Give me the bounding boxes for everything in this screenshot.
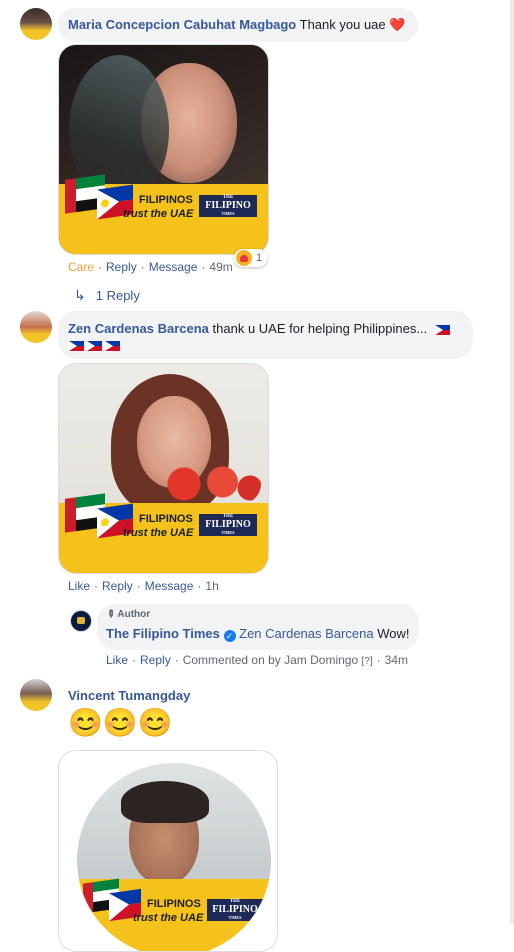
flag-emojis [69, 339, 120, 354]
ph-flag-icon [105, 341, 120, 351]
crown-logo-icon [77, 617, 85, 624]
verified-badge-icon: ✓ [223, 630, 236, 642]
filipino-times-logo: THE FILIPINO TIMES [207, 899, 263, 921]
frame-line2: trust the UAE [123, 527, 194, 539]
view-replies-link[interactable]: ↳ 1 Reply [74, 287, 140, 304]
reply-author[interactable]: The Filipino Times [106, 626, 220, 641]
reply-text: Wow! [377, 626, 410, 641]
pen-icon: ✎ [103, 607, 118, 622]
comment-author[interactable]: Vincent Tumangday [68, 688, 190, 703]
care-button[interactable]: Care [68, 260, 94, 274]
care-reaction-icon [236, 250, 252, 266]
reply-actions: Like · Reply · Commented on by Jam Domingo [… [106, 653, 408, 667]
timestamp[interactable]: 49m [209, 260, 232, 274]
timestamp[interactable]: 1h [205, 579, 218, 593]
heart-emoji-icon: ❤️ [389, 17, 406, 32]
ph-flag-icon [87, 341, 102, 351]
comment-author[interactable]: Zen Cardenas Barcena [68, 321, 209, 336]
reaction-count-pill[interactable]: 1 [234, 249, 268, 267]
author-badge: ✎Author [103, 607, 151, 622]
frame-line1: FILIPINOS [147, 898, 201, 910]
ph-flag-icon [69, 341, 84, 351]
filipino-times-logo: THE FILIPINO TIMES [199, 514, 257, 536]
comment-line: Maria Concepcion Cabuhat Magbago Thank y… [68, 17, 405, 33]
filipino-times-logo: THE FILIPINO TIMES [199, 195, 257, 217]
scroll-edge [510, 0, 514, 924]
avatar[interactable] [20, 8, 52, 40]
portrait-hair [121, 781, 209, 823]
ph-flag-icon [434, 324, 450, 335]
reply-button[interactable]: Reply [106, 260, 137, 274]
profile-frame-card[interactable]: FILIPINOS trust the UAE THE FILIPINO TIM… [58, 750, 278, 952]
reply-line: The Filipino Times ✓ Zen Cardenas Barcen… [106, 626, 409, 642]
comment-text: thank u UAE for helping Philippines... [212, 321, 428, 336]
profile-frame-image[interactable]: FILIPINOS trust the UAE THE FILIPINO TIM… [58, 363, 269, 574]
comment-actions: Care · Reply · Message · 49m [68, 260, 233, 274]
frame-line2: trust the UAE [123, 208, 194, 220]
reply-arrow-icon: ↳ [74, 287, 86, 303]
reaction-count: 1 [256, 252, 263, 264]
profile-frame-image[interactable]: FILIPINOS trust the UAE THE FILIPINO TIM… [58, 44, 269, 255]
timestamp[interactable]: 34m [385, 653, 408, 667]
message-button[interactable]: Message [145, 579, 194, 593]
reply-button[interactable]: Reply [140, 653, 171, 667]
avatar[interactable] [20, 679, 52, 711]
mention-link[interactable]: Zen Cardenas Barcena [239, 626, 373, 641]
frame-line2: trust the UAE [133, 912, 204, 924]
help-link[interactable]: [?] [361, 656, 372, 667]
like-button[interactable]: Like [106, 653, 128, 667]
comment-author[interactable]: Maria Concepcion Cabuhat Magbago [68, 17, 296, 32]
frame-line1: FILIPINOS [139, 194, 193, 206]
page-avatar[interactable] [70, 610, 92, 632]
commenter-link[interactable]: Jam Domingo [284, 653, 358, 667]
frame-line1: FILIPINOS [139, 513, 193, 525]
commented-on-by-label: Commented on by [182, 653, 281, 667]
like-button[interactable]: Like [68, 579, 90, 593]
flowers [151, 464, 261, 504]
comment-text: Thank you uae [299, 17, 386, 32]
message-button[interactable]: Message [149, 260, 198, 274]
smile-emojis: 😊😊😊 [68, 707, 173, 738]
reply-button[interactable]: Reply [102, 579, 133, 593]
avatar[interactable] [20, 311, 52, 343]
comment-line: Zen Cardenas Barcena thank u UAE for hel… [68, 320, 463, 337]
comment-actions: Like · Reply · Message · 1h [68, 579, 219, 593]
